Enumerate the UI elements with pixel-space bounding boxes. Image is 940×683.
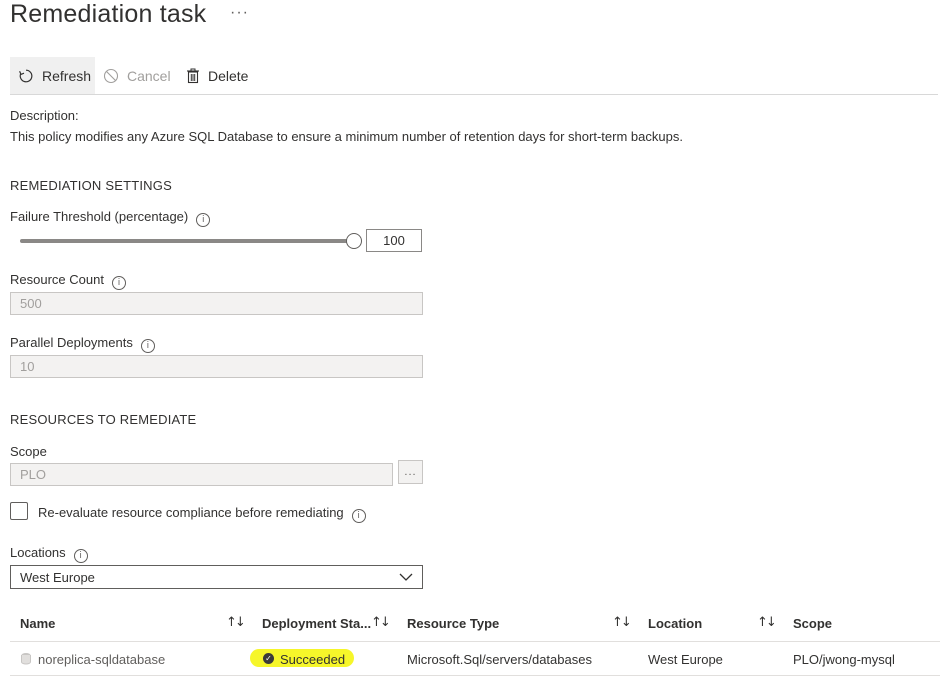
locations-dropdown[interactable]: West Europe: [10, 565, 423, 589]
sort-icon[interactable]: ↑↓: [226, 615, 246, 630]
cancel-label: Cancel: [127, 67, 171, 84]
locations-selected-value: West Europe: [20, 569, 95, 585]
scope-browse-button[interactable]: ...: [398, 460, 423, 484]
info-icon[interactable]: i: [111, 276, 126, 290]
description-label: Description:: [10, 108, 79, 123]
refresh-button[interactable]: Refresh: [10, 57, 95, 94]
row-name[interactable]: noreplica-sqldatabase: [38, 652, 165, 667]
remediation-settings-heading: REMEDIATION SETTINGS: [10, 178, 172, 193]
sort-icon[interactable]: ↑↓: [371, 615, 391, 630]
info-icon[interactable]: i: [140, 339, 155, 353]
table-row[interactable]: noreplica-sqldatabase ✓ Succeeded Micros…: [10, 642, 940, 676]
resource-count-label-row: Resource Count i: [10, 272, 126, 290]
info-icon[interactable]: i: [351, 509, 366, 523]
row-scope: PLO/jwong-mysql: [793, 652, 895, 667]
page-title: Remediation task: [10, 0, 207, 28]
description-text: This policy modifies any Azure SQL Datab…: [10, 129, 683, 144]
parallel-deployments-label: Parallel Deployments: [10, 335, 133, 350]
success-check-icon: ✓: [263, 653, 274, 664]
column-header-location[interactable]: Location: [648, 616, 702, 631]
cancel-button[interactable]: Cancel: [103, 57, 171, 94]
info-icon[interactable]: i: [73, 549, 88, 563]
sort-icon[interactable]: ↑↓: [612, 615, 632, 630]
refresh-icon: [18, 68, 34, 84]
reevaluate-checkbox[interactable]: [10, 502, 28, 520]
column-header-name[interactable]: Name: [20, 616, 55, 631]
grid-header-row: Name ↑↓ Deployment Sta... ↑↓ Resource Ty…: [10, 606, 940, 642]
locations-label: Locations: [10, 545, 66, 560]
refresh-label: Refresh: [42, 67, 92, 84]
locations-label-row: Locations i: [10, 545, 88, 563]
column-header-scope[interactable]: Scope: [793, 616, 832, 631]
parallel-deployments-label-row: Parallel Deployments i: [10, 335, 155, 353]
more-options-icon[interactable]: ···: [230, 4, 249, 22]
sql-database-icon: [20, 652, 32, 668]
failure-threshold-input[interactable]: 100: [366, 229, 422, 252]
column-header-resource-type[interactable]: Resource Type: [407, 616, 499, 631]
column-header-deployment-status[interactable]: Deployment Sta...: [262, 616, 371, 631]
trash-icon: [186, 68, 200, 84]
row-resource-type: Microsoft.Sql/servers/databases: [407, 652, 592, 667]
cancel-icon: [103, 68, 119, 84]
resource-count-input[interactable]: 500: [10, 292, 423, 315]
parallel-deployments-input[interactable]: 10: [10, 355, 423, 378]
reevaluate-label: Re-evaluate resource compliance before r…: [38, 505, 344, 520]
row-deployment-status: Succeeded: [280, 652, 346, 667]
delete-button[interactable]: Delete: [186, 57, 248, 94]
delete-label: Delete: [208, 67, 249, 84]
failure-threshold-label-row: Failure Threshold (percentage) i: [10, 209, 211, 227]
failure-threshold-slider-track[interactable]: [20, 239, 354, 243]
failure-threshold-label: Failure Threshold (percentage): [10, 209, 189, 224]
failure-threshold-slider-thumb[interactable]: [346, 233, 362, 249]
info-icon[interactable]: i: [196, 213, 211, 227]
command-bar: Refresh Cancel Delete: [10, 57, 938, 95]
sort-icon[interactable]: ↑↓: [757, 615, 777, 630]
resource-count-label: Resource Count: [10, 272, 104, 287]
chevron-down-icon: [398, 570, 414, 587]
reevaluate-label-row: Re-evaluate resource compliance before r…: [38, 505, 366, 523]
scope-label: Scope: [10, 444, 47, 459]
resources-heading: RESOURCES TO REMEDIATE: [10, 412, 197, 427]
scope-input[interactable]: PLO: [10, 463, 393, 486]
row-location: West Europe: [648, 652, 723, 667]
